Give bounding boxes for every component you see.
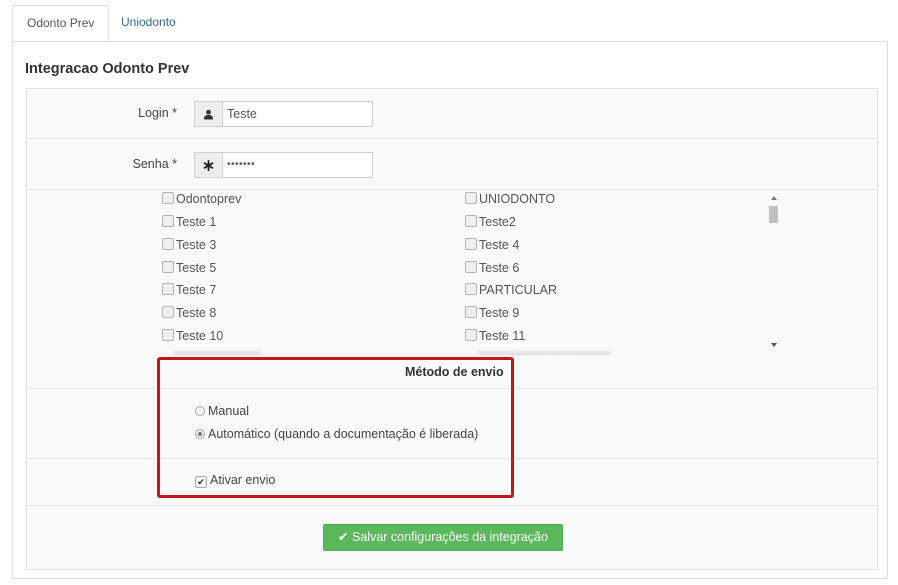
checkbox[interactable]	[465, 329, 477, 341]
list-item-clipped: ▒▒▒▒▒▒▒▒▒▒▒▒▒▒▒	[478, 350, 611, 355]
list-item[interactable]: Teste 11	[465, 328, 525, 344]
user-icon	[195, 102, 223, 126]
list-item[interactable]: Teste 1	[162, 214, 216, 230]
checkbox-list[interactable]: Odontoprev Teste 1 Teste 3 Teste 5 Teste…	[27, 190, 787, 355]
checkbox[interactable]	[162, 306, 174, 318]
checkbox[interactable]	[465, 238, 477, 250]
list-item[interactable]: PARTICULAR	[465, 282, 557, 298]
save-button[interactable]: ✔ Salvar configurações da integração	[323, 524, 563, 551]
asterisk-icon	[195, 153, 223, 177]
list-item-clipped: ▒▒▒▒▒▒▒▒▒▒	[173, 350, 262, 355]
list-item[interactable]: Teste2	[465, 214, 516, 230]
checkbox[interactable]	[162, 238, 174, 250]
checkbox[interactable]	[162, 192, 174, 204]
list-item-label: Teste 3	[176, 238, 217, 252]
list-item-label: Teste 7	[176, 283, 217, 297]
checkbox[interactable]	[465, 192, 477, 204]
list-item[interactable]: Teste 3	[162, 237, 216, 253]
checkbox[interactable]	[465, 215, 477, 227]
highlight-box	[157, 357, 514, 498]
list-item-label: Teste 9	[479, 306, 520, 320]
checkbox[interactable]	[162, 261, 174, 273]
senha-field[interactable]: •••••••	[194, 152, 373, 178]
list-item-label: Teste2	[479, 215, 516, 229]
save-button-label: Salvar configurações da integração	[352, 530, 548, 544]
list-item[interactable]: Teste 6	[465, 260, 519, 276]
list-item-label: Teste 6	[479, 261, 520, 275]
list-item[interactable]: Teste 9	[465, 305, 519, 321]
list-item-label: Teste 10	[176, 329, 224, 343]
list-item[interactable]: Teste 4	[465, 237, 519, 253]
scrollbar-thumb[interactable]	[769, 206, 778, 223]
checkbox[interactable]	[162, 215, 174, 227]
list-item[interactable]: Teste 5	[162, 260, 216, 276]
list-item-label: Teste 1	[176, 215, 217, 229]
scroll-up-arrow-icon[interactable]	[771, 196, 777, 200]
senha-label: Senha *	[132, 157, 177, 171]
page-title: Integracao Odonto Prev	[25, 61, 190, 77]
login-label: Login *	[138, 106, 177, 120]
list-item-label: Teste 5	[176, 261, 217, 275]
tab-odonto-prev[interactable]: Odonto Prev	[12, 5, 110, 41]
list-item[interactable]: Odontoprev	[162, 191, 241, 207]
tab-bar: Odonto Prev Uniodonto	[12, 5, 888, 42]
checkbox[interactable]	[162, 283, 174, 295]
list-item-label: Teste 11	[479, 329, 526, 343]
list-scrollbar[interactable]	[767, 193, 780, 353]
check-icon: ✔	[338, 530, 349, 544]
list-item-label: PARTICULAR	[479, 283, 558, 297]
list-item-label: Teste 4	[479, 238, 520, 252]
senha-value: •••••••	[227, 159, 256, 170]
list-item[interactable]: Teste 8	[162, 305, 216, 321]
list-item[interactable]: Teste 7	[162, 282, 216, 298]
login-field[interactable]: Teste	[194, 101, 373, 127]
checkbox[interactable]	[465, 261, 477, 273]
list-item[interactable]: UNIODONTO	[465, 191, 555, 207]
row-divider	[27, 138, 877, 139]
login-value: Teste	[227, 107, 257, 121]
list-item-label: UNIODONTO	[479, 192, 556, 206]
list-item-label: Teste 8	[176, 306, 217, 320]
checkbox[interactable]	[465, 306, 477, 318]
list-item-label: Odontoprev	[176, 192, 242, 206]
row-divider	[27, 505, 877, 506]
scroll-down-arrow-icon[interactable]	[771, 343, 777, 347]
checkbox[interactable]	[162, 329, 174, 341]
tab-uniodonto[interactable]: Uniodonto	[107, 5, 190, 41]
checkbox[interactable]	[465, 283, 477, 295]
list-item[interactable]: Teste 10	[162, 328, 223, 344]
